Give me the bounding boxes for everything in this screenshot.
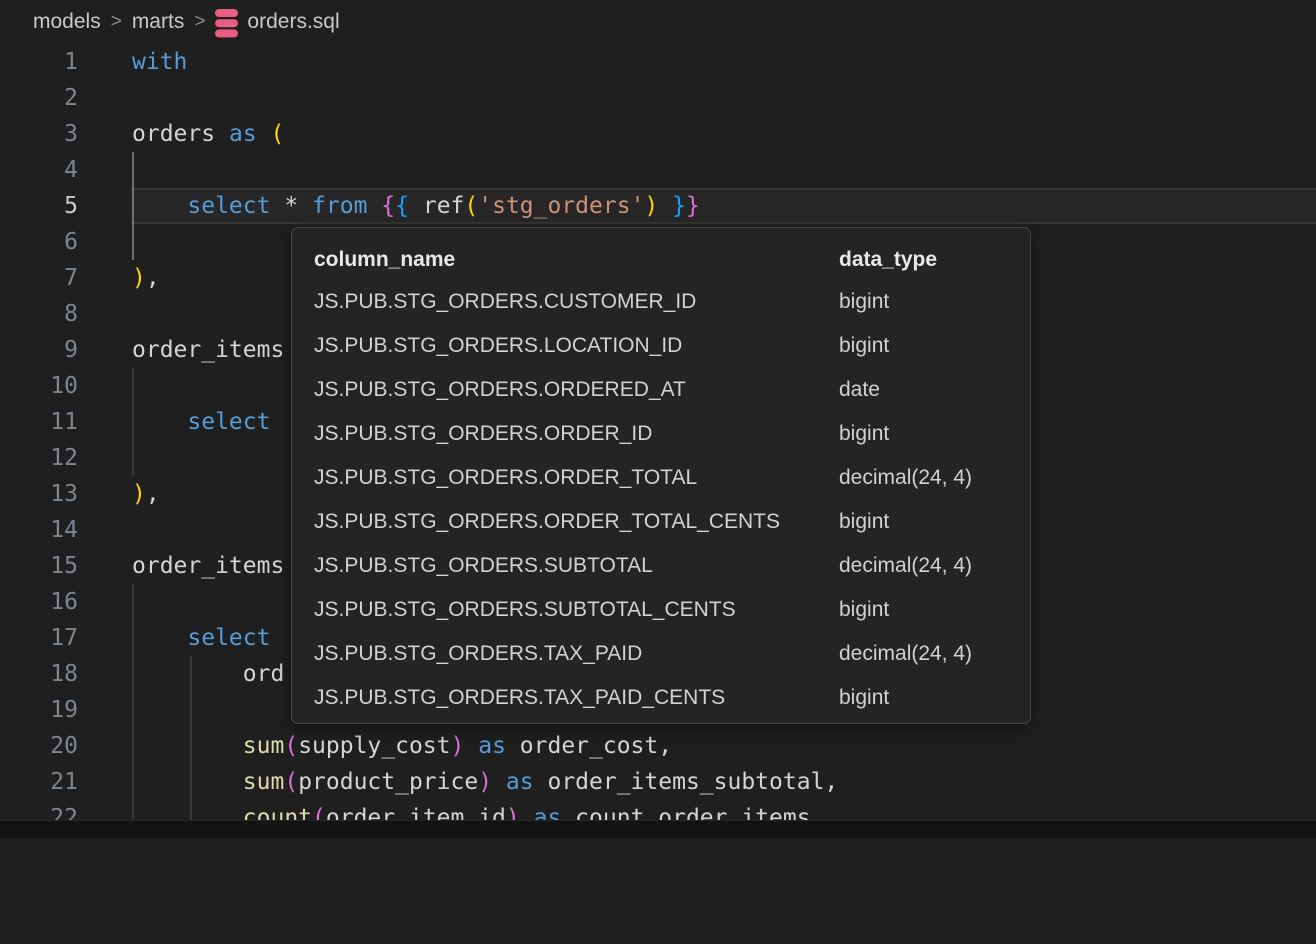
- code-text: select: [132, 620, 270, 656]
- data-type-header: data_type: [839, 248, 937, 272]
- line-number: 18: [0, 656, 78, 692]
- code-line[interactable]: 2: [0, 80, 1316, 116]
- column-name-cell: JS.PUB.STG_ORDERS.TAX_PAID: [314, 642, 839, 666]
- code-text: ),: [132, 476, 160, 512]
- code-line[interactable]: 21 sum(product_price) as order_items_sub…: [0, 764, 1316, 800]
- column-name-cell: JS.PUB.STG_ORDERS.CUSTOMER_ID: [314, 290, 839, 314]
- line-number: 12: [0, 440, 78, 476]
- tooltip-header-row: column_name data_type: [314, 240, 1030, 280]
- line-number: 8: [0, 296, 78, 332]
- column-row: JS.PUB.STG_ORDERS.ORDER_TOTAL_CENTS bigi…: [314, 500, 1030, 544]
- column-name-cell: JS.PUB.STG_ORDERS.ORDER_TOTAL: [314, 466, 839, 490]
- column-name-header: column_name: [314, 248, 839, 272]
- column-row: JS.PUB.STG_ORDERS.ORDER_TOTAL decimal(24…: [314, 456, 1030, 500]
- code-text: ),: [132, 260, 160, 296]
- code-line[interactable]: 3 orders as (: [0, 116, 1316, 152]
- code-text: with: [132, 44, 187, 80]
- line-number: 21: [0, 764, 78, 800]
- data-type-cell: bigint: [839, 686, 889, 710]
- code-text: select * from {{ ref('stg_orders') }}: [132, 188, 700, 224]
- database-icon: [215, 9, 238, 38]
- column-name-cell: JS.PUB.STG_ORDERS.ORDERED_AT: [314, 378, 839, 402]
- column-name-cell: JS.PUB.STG_ORDERS.ORDER_ID: [314, 422, 839, 446]
- code-text: order_items: [132, 548, 284, 584]
- line-number: 15: [0, 548, 78, 584]
- line-number: 20: [0, 728, 78, 764]
- data-type-cell: bigint: [839, 290, 889, 314]
- code-text: orders as (: [132, 116, 284, 152]
- breadcrumb-separator: >: [111, 11, 122, 33]
- data-type-cell: date: [839, 378, 880, 402]
- column-row: JS.PUB.STG_ORDERS.ORDER_ID bigint: [314, 412, 1030, 456]
- data-type-cell: bigint: [839, 598, 889, 622]
- column-row: JS.PUB.STG_ORDERS.ORDERED_AT date: [314, 368, 1030, 412]
- line-number: 11: [0, 404, 78, 440]
- breadcrumb-item-file[interactable]: orders.sql: [247, 10, 339, 34]
- line-number: 7: [0, 260, 78, 296]
- column-name-cell: JS.PUB.STG_ORDERS.ORDER_TOTAL_CENTS: [314, 510, 839, 534]
- code-line[interactable]: 20 sum(supply_cost) as order_cost,: [0, 728, 1316, 764]
- code-line[interactable]: 1 with: [0, 44, 1316, 80]
- column-name-cell: JS.PUB.STG_ORDERS.TAX_PAID_CENTS: [314, 686, 839, 710]
- column-row: JS.PUB.STG_ORDERS.SUBTOTAL_CENTS bigint: [314, 588, 1030, 632]
- column-row: JS.PUB.STG_ORDERS.SUBTOTAL decimal(24, 4…: [314, 544, 1030, 588]
- code-text: ord: [132, 656, 284, 692]
- editor-window: models > marts > orders.sql 1 with 2 3 o…: [0, 0, 1316, 838]
- line-number: 13: [0, 476, 78, 512]
- line-number: 4: [0, 152, 78, 188]
- code-text: order_items: [132, 332, 284, 368]
- column-info-tooltip: column_name data_type JS.PUB.STG_ORDERS.…: [291, 227, 1031, 724]
- line-number: 2: [0, 80, 78, 116]
- data-type-cell: decimal(24, 4): [839, 642, 972, 666]
- line-number: 6: [0, 224, 78, 260]
- line-number: 10: [0, 368, 78, 404]
- line-number: 19: [0, 692, 78, 728]
- line-number: 9: [0, 332, 78, 368]
- breadcrumb: models > marts > orders.sql: [0, 0, 1316, 44]
- code-text: sum(product_price) as order_items_subtot…: [132, 764, 838, 800]
- data-type-cell: bigint: [839, 334, 889, 358]
- code-line-active[interactable]: 5 select * from {{ ref('stg_orders') }}: [0, 188, 1316, 224]
- line-number: 1: [0, 44, 78, 80]
- line-number: 14: [0, 512, 78, 548]
- code-text: select: [132, 404, 270, 440]
- column-name-cell: JS.PUB.STG_ORDERS.SUBTOTAL_CENTS: [314, 598, 839, 622]
- column-name-cell: JS.PUB.STG_ORDERS.SUBTOTAL: [314, 554, 839, 578]
- data-type-cell: bigint: [839, 510, 889, 534]
- code-text: sum(supply_cost) as order_cost,: [132, 728, 672, 764]
- column-row: JS.PUB.STG_ORDERS.TAX_PAID_CENTS bigint: [314, 676, 1030, 720]
- column-row: JS.PUB.STG_ORDERS.TAX_PAID decimal(24, 4…: [314, 632, 1030, 676]
- line-number: 16: [0, 584, 78, 620]
- breadcrumb-item-models[interactable]: models: [33, 10, 101, 34]
- column-row: JS.PUB.STG_ORDERS.CUSTOMER_ID bigint: [314, 280, 1030, 324]
- line-number: 17: [0, 620, 78, 656]
- code-line[interactable]: 4: [0, 152, 1316, 188]
- breadcrumb-separator: >: [194, 11, 205, 33]
- line-number: 5: [0, 188, 78, 224]
- bottom-panel-edge: [0, 820, 1316, 838]
- data-type-cell: decimal(24, 4): [839, 554, 972, 578]
- data-type-cell: decimal(24, 4): [839, 466, 972, 490]
- data-type-cell: bigint: [839, 422, 889, 446]
- line-number: 3: [0, 116, 78, 152]
- breadcrumb-item-marts[interactable]: marts: [132, 10, 185, 34]
- column-row: JS.PUB.STG_ORDERS.LOCATION_ID bigint: [314, 324, 1030, 368]
- column-name-cell: JS.PUB.STG_ORDERS.LOCATION_ID: [314, 334, 839, 358]
